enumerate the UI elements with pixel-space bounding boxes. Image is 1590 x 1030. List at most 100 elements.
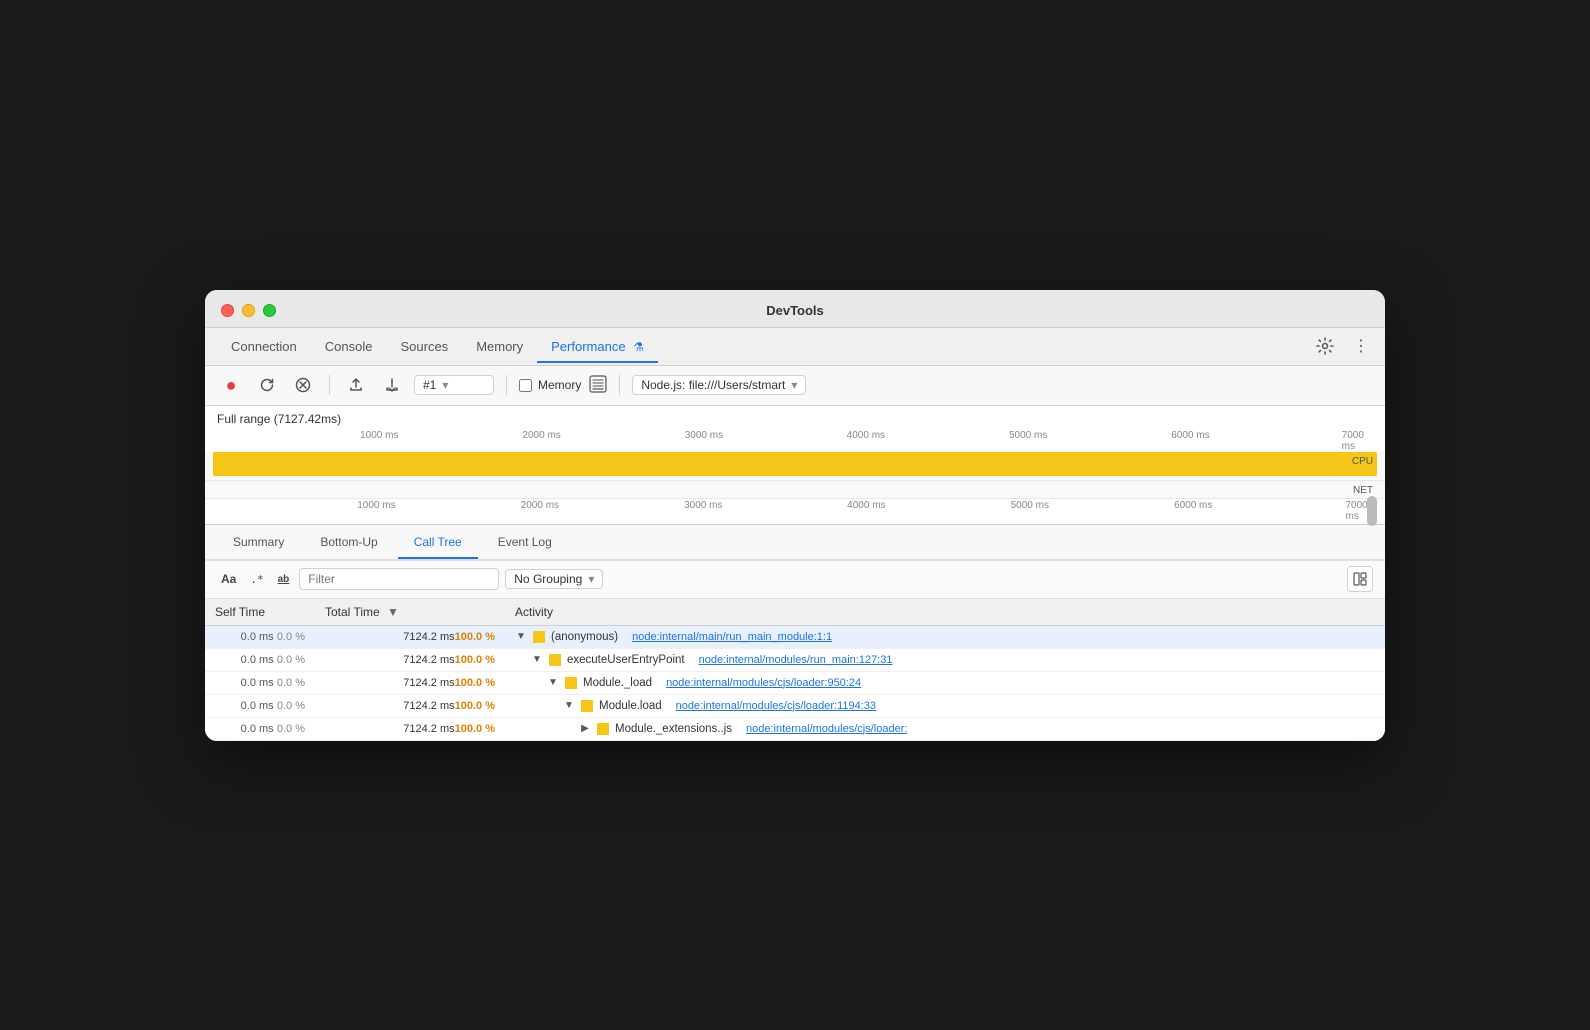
activity-name: Module.load: [599, 700, 662, 712]
tick-6000: 6000 ms: [1171, 430, 1209, 441]
upload-button[interactable]: [342, 371, 370, 399]
scroll-thumb[interactable]: [1367, 496, 1377, 526]
header-activity: Activity: [505, 599, 1385, 626]
total-time-cell: 7124.2 ms100.0 %: [315, 694, 505, 717]
table-row[interactable]: 0.0 ms 0.0 %7124.2 ms100.0 % ▼ executeUs…: [205, 648, 1385, 671]
self-time-cell: 0.0 ms 0.0 %: [205, 648, 315, 671]
table-row[interactable]: 0.0 ms 0.0 %7124.2 ms100.0 % ▼ Module.lo…: [205, 694, 1385, 717]
subtab-bottom-up[interactable]: Bottom-Up: [304, 527, 393, 557]
tab-connection[interactable]: Connection: [217, 331, 311, 362]
table-row[interactable]: 0.0 ms 0.0 %7124.2 ms100.0 % ▼ Module._l…: [205, 671, 1385, 694]
node-selector[interactable]: Node.js: file:///Users/stmart ▾: [632, 375, 806, 395]
more-options-icon[interactable]: ⋮: [1349, 334, 1373, 358]
maximize-button[interactable]: [263, 304, 276, 317]
memory-checkbox-input[interactable]: [519, 379, 532, 392]
self-time-cell: 0.0 ms 0.0 %: [205, 625, 315, 648]
close-button[interactable]: [221, 304, 234, 317]
grouping-select[interactable]: No Grouping ▾: [505, 569, 603, 589]
filter-bar: Aa .* ab No Grouping ▾: [205, 561, 1385, 599]
timeline-area: Full range (7127.42ms) 1000 ms 2000 ms 3…: [205, 406, 1385, 525]
activity-cell: ▼ executeUserEntryPoint node:internal/mo…: [505, 648, 1385, 671]
node-chevron-down-icon: ▾: [791, 378, 797, 392]
subtabs-bar: Summary Bottom-Up Call Tree Event Log: [205, 525, 1385, 561]
tick-7000: 7000 ms: [1342, 430, 1364, 452]
expand-arrow-icon[interactable]: ▼: [563, 700, 575, 711]
tab-console[interactable]: Console: [311, 331, 387, 362]
memory-checkbox[interactable]: Memory: [519, 378, 581, 392]
subtab-call-tree[interactable]: Call Tree: [398, 527, 478, 557]
regex-button[interactable]: .*: [246, 571, 267, 588]
expand-arrow-icon[interactable]: ▼: [531, 654, 543, 665]
net-bar-container: NET: [205, 480, 1385, 498]
total-time-cell: 7124.2 ms100.0 %: [315, 717, 505, 740]
tabs-actions: ⋮: [1313, 334, 1373, 358]
filter-input[interactable]: [299, 568, 499, 590]
activity-link[interactable]: node:internal/modules/run_main:127:31: [699, 654, 893, 666]
tick-3000: 3000 ms: [685, 430, 723, 441]
tick2-4000: 4000 ms: [847, 500, 885, 511]
tab-memory[interactable]: Memory: [462, 331, 537, 362]
panel-layout-button[interactable]: [1347, 566, 1373, 592]
subtab-event-log[interactable]: Event Log: [482, 527, 568, 557]
activity-cell: ▼ (anonymous) node:internal/main/run_mai…: [505, 625, 1385, 648]
settings-icon[interactable]: [1313, 334, 1337, 358]
header-total-time[interactable]: Total Time ▼: [315, 599, 505, 626]
flame-icon[interactable]: [589, 375, 607, 396]
sort-arrow-icon: ▼: [387, 605, 399, 619]
tick2-7000: 7000 ms: [1346, 500, 1368, 522]
expand-arrow-icon[interactable]: ▼: [547, 677, 559, 688]
table-row[interactable]: 0.0 ms 0.0 %7124.2 ms100.0 % ▼ (anonymou…: [205, 625, 1385, 648]
activity-cell: ▶ Module._extensions..js node:internal/m…: [505, 717, 1385, 740]
tick2-1000: 1000 ms: [357, 500, 395, 511]
subtab-summary[interactable]: Summary: [217, 527, 300, 557]
traffic-lights: [221, 304, 276, 317]
activity-icon: [565, 677, 577, 689]
activity-link[interactable]: node:internal/modules/cjs/loader:: [746, 723, 907, 735]
header-self-time[interactable]: Self Time: [205, 599, 315, 626]
whole-word-button[interactable]: ab: [274, 572, 294, 587]
table-header-row: Self Time Total Time ▼ Activity: [205, 599, 1385, 626]
total-time-cell: 7124.2 ms100.0 %: [315, 648, 505, 671]
minimize-button[interactable]: [242, 304, 255, 317]
call-tree-table: Self Time Total Time ▼ Activity 0.0 ms 0…: [205, 599, 1385, 741]
table-row[interactable]: 0.0 ms 0.0 %7124.2 ms100.0 % ▶ Module._e…: [205, 717, 1385, 740]
net-label: NET: [1353, 485, 1373, 496]
activity-link[interactable]: node:internal/modules/cjs/loader:1194:33: [676, 700, 876, 712]
case-sensitive-button[interactable]: Aa: [217, 570, 240, 588]
expand-arrow-icon[interactable]: ▶: [579, 723, 591, 734]
activity-icon: [597, 723, 609, 735]
record-button[interactable]: ●: [217, 371, 245, 399]
activity-icon: [549, 654, 561, 666]
download-button[interactable]: [378, 371, 406, 399]
tab-performance[interactable]: Performance ⚗: [537, 331, 658, 362]
clear-button[interactable]: [289, 371, 317, 399]
recording-selector[interactable]: #1 ▾: [414, 375, 494, 395]
self-time-cell: 0.0 ms 0.0 %: [205, 671, 315, 694]
activity-icon: [581, 700, 593, 712]
reload-button[interactable]: [253, 371, 281, 399]
self-time-cell: 0.0 ms 0.0 %: [205, 694, 315, 717]
activity-link[interactable]: node:internal/modules/cjs/loader:950:24: [666, 677, 861, 689]
tabs-bar: Connection Console Sources Memory Perfor…: [205, 328, 1385, 366]
title-bar: DevTools: [205, 290, 1385, 328]
cpu-label: CPU: [1352, 456, 1373, 467]
tick2-2000: 2000 ms: [521, 500, 559, 511]
tick2-3000: 3000 ms: [684, 500, 722, 511]
activity-cell: ▼ Module._load node:internal/modules/cjs…: [505, 671, 1385, 694]
tick2-6000: 6000 ms: [1174, 500, 1212, 511]
grouping-chevron-icon: ▾: [588, 572, 594, 586]
activity-name: (anonymous): [551, 631, 618, 643]
chevron-down-icon: ▾: [442, 378, 448, 392]
activity-cell: ▼ Module.load node:internal/modules/cjs/…: [505, 694, 1385, 717]
activity-name: Module._load: [583, 677, 652, 689]
cpu-bar: [213, 452, 1377, 476]
devtools-window: DevTools Connection Console Sources Memo…: [205, 290, 1385, 741]
tick2-5000: 5000 ms: [1011, 500, 1049, 511]
tab-sources[interactable]: Sources: [386, 331, 462, 362]
total-time-cell: 7124.2 ms100.0 %: [315, 671, 505, 694]
activity-name: Module._extensions..js: [615, 723, 732, 735]
activity-link[interactable]: node:internal/main/run_main_module:1:1: [632, 631, 832, 643]
toolbar: ● #1 ▾: [205, 366, 1385, 406]
expand-arrow-icon[interactable]: ▼: [515, 631, 527, 642]
full-range-label: Full range (7127.42ms): [205, 406, 1385, 430]
